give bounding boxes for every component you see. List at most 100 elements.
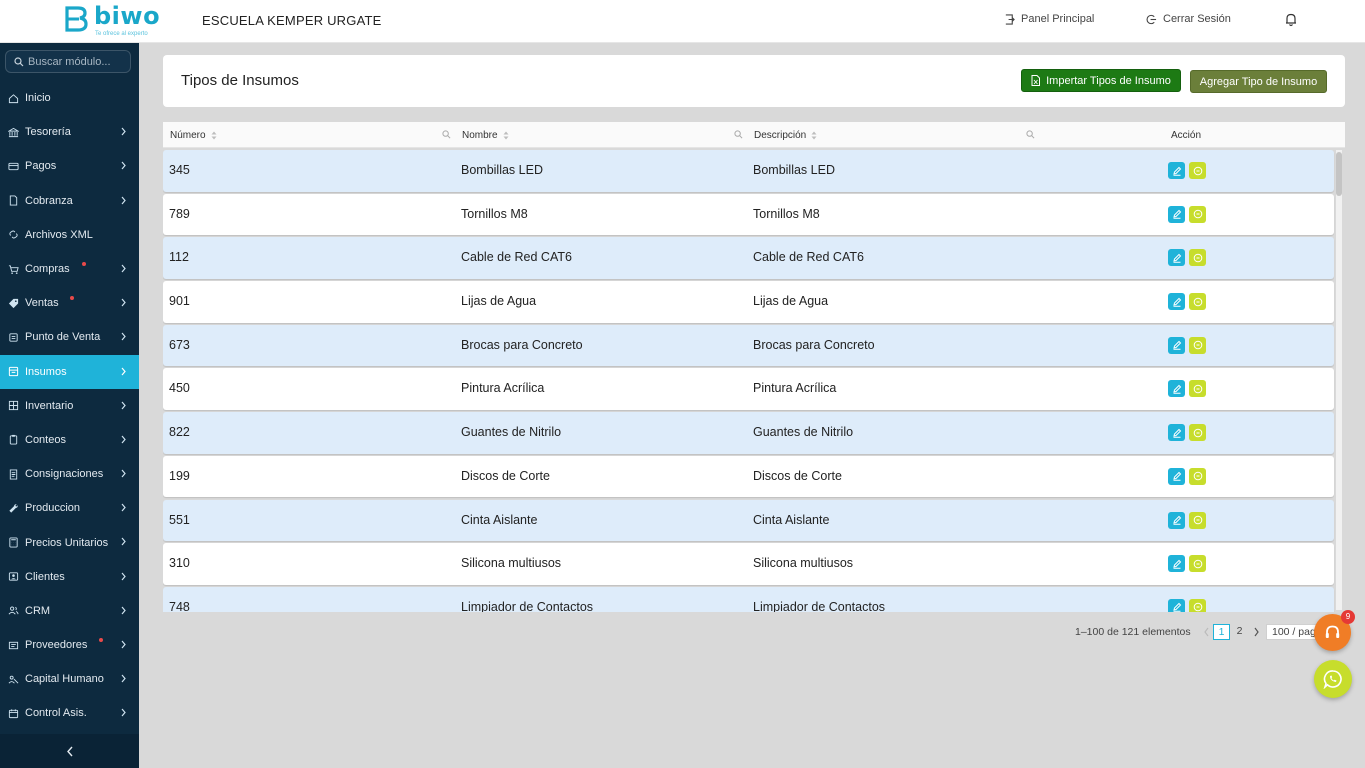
sidebar-item-control-asis-[interactable]: Control Asis. <box>0 696 139 730</box>
sidebar-item-insumos[interactable]: Insumos <box>0 354 139 389</box>
users-icon <box>8 606 19 615</box>
edit-button[interactable] <box>1168 380 1185 398</box>
sidebar-item-proveedores[interactable]: Proveedores <box>0 628 139 662</box>
page-2-button[interactable]: 2 <box>1231 624 1248 640</box>
delete-button[interactable] <box>1189 467 1206 485</box>
whatsapp-button[interactable] <box>1314 660 1352 698</box>
pencil-icon <box>1172 515 1181 525</box>
filter-search-icon[interactable] <box>1026 130 1035 139</box>
delete-button[interactable] <box>1189 511 1206 529</box>
file-icon <box>9 195 18 206</box>
file-excel-icon <box>1031 75 1041 86</box>
column-header-numero[interactable]: Número <box>170 130 217 141</box>
edit-button[interactable] <box>1168 555 1185 573</box>
sidebar-item-tesorería[interactable]: Tesorería <box>0 115 139 149</box>
sidebar-item-ventas[interactable]: Ventas <box>0 286 139 320</box>
module-search[interactable] <box>5 50 131 73</box>
import-button[interactable]: Impertar Tipos de Insumo <box>1021 69 1181 92</box>
supplier-icon <box>8 641 19 649</box>
cell-descripcion: Pintura Acrílica <box>753 381 837 396</box>
sidebar-item-produccion[interactable]: Produccion <box>0 491 139 525</box>
table-row[interactable]: 901 Lijas de Agua Lijas de Agua <box>163 281 1334 323</box>
table-row[interactable]: 822 Guantes de Nitrilo Guantes de Nitrilo <box>163 412 1334 454</box>
delete-button[interactable] <box>1189 293 1206 311</box>
module-search-input[interactable] <box>28 55 128 68</box>
panel-principal-link[interactable]: Panel Principal <box>1004 13 1094 25</box>
sidebar-item-consignaciones[interactable]: Consignaciones <box>0 457 139 491</box>
chevron-right-icon <box>121 674 126 683</box>
chevron-left-icon[interactable] <box>1203 627 1210 637</box>
sidebar-item-inicio[interactable]: Inicio <box>0 81 139 115</box>
table-row[interactable]: 310 Silicona multiusos Silicona multiusos <box>163 543 1334 585</box>
edit-button[interactable] <box>1168 249 1185 267</box>
table-row[interactable]: 673 Brocas para Concreto Brocas para Concr… <box>163 324 1334 367</box>
delete-button[interactable] <box>1189 205 1206 223</box>
sidebar-item-pagos[interactable]: Pagos <box>0 149 139 183</box>
import-button-label: Impertar Tipos de Insumo <box>1046 74 1171 87</box>
table-row[interactable]: 199 Discos de Corte Discos de Corte <box>163 455 1334 498</box>
logout-link[interactable]: Cerrar Sesión <box>1146 13 1231 25</box>
sidebar-item-crm[interactable]: CRM <box>0 594 139 628</box>
filter-search-icon[interactable] <box>442 130 451 139</box>
edit-button[interactable] <box>1168 424 1185 442</box>
chevron-right-icon <box>121 332 126 341</box>
sidebar-item-conteos[interactable]: Conteos <box>0 423 139 457</box>
sidebar-item-archivos-xml[interactable]: Archivos XML <box>0 218 139 252</box>
sidebar-item-cobranza[interactable]: Cobranza <box>0 184 139 218</box>
sort-icon[interactable] <box>211 131 217 140</box>
delete-button[interactable] <box>1189 162 1206 179</box>
chevron-right-icon[interactable] <box>1253 627 1260 637</box>
edit-button[interactable] <box>1168 598 1185 612</box>
table-row[interactable]: 112 Cable de Red CAT6 Cable de Red CAT6 <box>163 237 1334 279</box>
filter-search-icon[interactable] <box>734 130 743 139</box>
cell-descripcion: Discos de Corte <box>753 468 842 483</box>
table-row[interactable]: 789 Tornillos M8 Tornillos M8 <box>163 193 1334 236</box>
edit-button[interactable] <box>1168 205 1185 223</box>
table-row[interactable]: 345 Bombillas LED Bombillas LED <box>163 150 1334 192</box>
cart-icon <box>8 264 19 274</box>
table-scroll-thumb[interactable] <box>1336 152 1342 196</box>
delete-button[interactable] <box>1189 249 1206 267</box>
cell-nombre: Pintura Acrílica <box>461 381 545 396</box>
add-button[interactable]: Agregar Tipo de Insumo <box>1190 70 1327 93</box>
insumos-table: Número Nombre Descripción Acción 345 Bomb… <box>163 122 1345 612</box>
delete-button[interactable] <box>1189 336 1206 354</box>
edit-button[interactable] <box>1168 162 1185 179</box>
delete-button[interactable] <box>1189 598 1206 612</box>
table-row[interactable]: 551 Cinta Aislante Cinta Aislante <box>163 499 1334 541</box>
delete-circle-icon <box>1193 253 1202 263</box>
chevron-right-icon <box>121 127 126 136</box>
notification-bell-icon[interactable] <box>1284 12 1298 27</box>
brand-logo[interactable]: biwo Te ofrece al experto <box>64 2 164 40</box>
delete-button[interactable] <box>1189 555 1206 573</box>
sidebar-item-precios-unitarios[interactable]: Precios Unitarios <box>0 525 139 559</box>
sidebar-item-punto-de-venta[interactable]: Punto de Venta <box>0 320 139 354</box>
sort-icon[interactable] <box>503 131 509 140</box>
edit-button[interactable] <box>1168 467 1185 485</box>
table-row[interactable]: 748 Limpiador de Contactos Limpiador de Co… <box>163 586 1334 612</box>
sidebar-item-label: Pagos <box>25 160 57 173</box>
panel-icon <box>1005 13 1015 25</box>
edit-button[interactable] <box>1168 511 1185 529</box>
delete-button[interactable] <box>1189 424 1206 442</box>
edit-button[interactable] <box>1168 293 1185 311</box>
edit-button[interactable] <box>1168 336 1185 354</box>
sidebar-item-capital-humano[interactable]: Capital Humano <box>0 662 139 696</box>
delete-circle-icon <box>1193 428 1202 437</box>
collapse-sidebar-button[interactable] <box>0 734 139 768</box>
table-scrollbar[interactable] <box>1336 150 1342 610</box>
column-header-nombre[interactable]: Nombre <box>462 130 509 141</box>
sort-icon[interactable] <box>811 131 817 140</box>
chevron-right-icon <box>121 503 126 512</box>
sidebar-item-compras[interactable]: Compras <box>0 252 139 286</box>
sidebar-item-label: Clientes <box>25 570 65 583</box>
sidebar-item-clientes[interactable]: Clientes <box>0 560 139 594</box>
cell-numero: 673 <box>169 337 190 352</box>
delete-button[interactable] <box>1189 380 1206 398</box>
chevron-right-icon <box>121 435 126 444</box>
column-header-descripcion[interactable]: Descripción <box>754 130 817 141</box>
sidebar-item-inventario[interactable]: Inventario <box>0 389 139 423</box>
table-row[interactable]: 450 Pintura Acrílica Pintura Acrílica <box>163 368 1334 410</box>
page-1-button[interactable]: 1 <box>1213 624 1230 640</box>
notification-dot <box>82 261 86 266</box>
